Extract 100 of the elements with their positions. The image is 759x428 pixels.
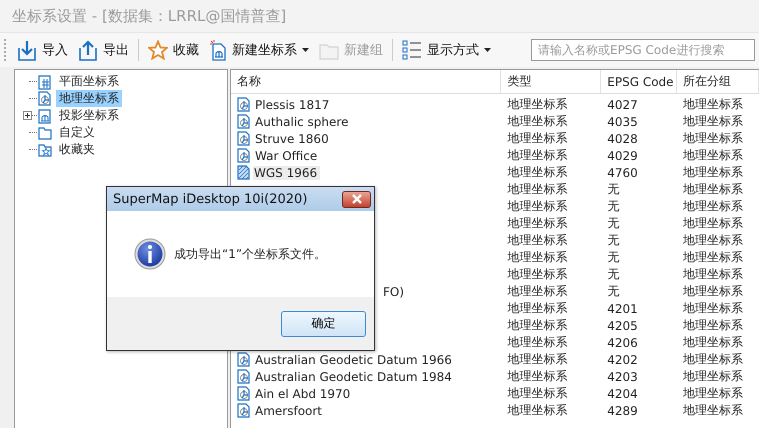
toolbar-button[interactable]: 导入 bbox=[14, 38, 71, 62]
dialog-title: SuperMap iDesktop 10i(2020) bbox=[113, 192, 308, 206]
toolbar-button[interactable]: 新建坐标系 bbox=[206, 38, 312, 62]
search-field[interactable]: 请输入名称或EPSG Code进行搜索 bbox=[531, 39, 755, 61]
table-cell-text: 地理坐标系 bbox=[506, 215, 568, 232]
table-cell-text: 地理坐标系 bbox=[682, 317, 744, 334]
table-cell-text: 地理坐标系 bbox=[506, 283, 568, 300]
table-cell-text: 地理坐标系 bbox=[506, 96, 568, 113]
table-cell-text: Australian Geodetic Datum 1984 bbox=[254, 370, 453, 384]
table-cell-text: 地理坐标系 bbox=[506, 334, 568, 351]
table-cell-text: 地理坐标系 bbox=[682, 351, 744, 368]
tree-item[interactable]: 投影坐标系 bbox=[56, 107, 122, 124]
table-cell-text: 地理坐标系 bbox=[682, 385, 744, 402]
table-cell-text: 地理坐标系 bbox=[506, 164, 568, 181]
table-cell-text: 地理坐标系 bbox=[682, 130, 744, 147]
toolbar-button[interactable]: 收藏 bbox=[145, 38, 202, 62]
table-cell-text: 地理坐标系 bbox=[682, 334, 744, 351]
table-cell-text: 无 bbox=[606, 215, 620, 232]
table-cell-text: 无 bbox=[606, 181, 620, 198]
table-cell-text: 地理坐标系 bbox=[682, 300, 744, 317]
table-cell-text: 4205 bbox=[606, 318, 639, 334]
toolbar-grip[interactable] bbox=[4, 39, 8, 61]
table-cell-text: 地理坐标系 bbox=[682, 96, 744, 113]
table-cell-text: Australian Geodetic Datum 1966 bbox=[254, 352, 453, 366]
new-document-icon bbox=[209, 40, 227, 60]
column-header[interactable]: 所在分组 bbox=[677, 70, 759, 93]
table-cell-text: 无 bbox=[606, 232, 620, 249]
upload-icon bbox=[78, 40, 98, 60]
table-cell-text: 地理坐标系 bbox=[682, 215, 744, 232]
ok-button[interactable]: 确定 bbox=[281, 310, 366, 336]
table-cell-text: 地理坐标系 bbox=[506, 249, 568, 266]
globe-document-icon bbox=[38, 90, 52, 107]
table-cell-text: 地理坐标系 bbox=[682, 232, 744, 249]
table-cell-text: 地理坐标系 bbox=[682, 198, 744, 215]
table-cell-text: 4028 bbox=[606, 130, 639, 147]
tree-item[interactable]: 地理坐标系 bbox=[56, 90, 122, 107]
table-cell-text: 地理坐标系 bbox=[506, 147, 568, 164]
toolbar-button[interactable]: 导出 bbox=[75, 38, 132, 62]
table-cell-text: 地理坐标系 bbox=[682, 402, 744, 419]
toolbar-button[interactable]: 显示方式 bbox=[399, 37, 494, 63]
table-cell-text: 无 bbox=[606, 249, 620, 266]
close-button[interactable] bbox=[342, 190, 371, 208]
caret-icon bbox=[484, 48, 491, 52]
table-cell-text: 地理坐标系 bbox=[506, 113, 568, 130]
table-cell-text: FO) bbox=[382, 284, 406, 298]
table-cell-text: 地理坐标系 bbox=[506, 130, 568, 147]
table-cell-text: 地理坐标系 bbox=[506, 385, 568, 402]
map-document-icon bbox=[38, 107, 52, 124]
table-cell-text: 4203 bbox=[606, 368, 639, 385]
table-cell-text: 地理坐标系 bbox=[682, 113, 744, 130]
table-cell-text: 4202 bbox=[606, 352, 639, 368]
table-cell-text: 地理坐标系 bbox=[682, 181, 744, 198]
caret-icon bbox=[302, 48, 309, 52]
table-cell-text: 无 bbox=[606, 198, 620, 215]
table-cell-text: 地理坐标系 bbox=[682, 266, 744, 283]
table-cell-text: Struve 1860 bbox=[254, 132, 330, 146]
grid-document-icon bbox=[38, 73, 52, 90]
table-cell-text: 4760 bbox=[606, 164, 639, 181]
table-cell-text: 4289 bbox=[606, 402, 639, 419]
table-cell-text: 地理坐标系 bbox=[682, 249, 744, 266]
table-cell: WGS 1966 bbox=[253, 166, 320, 180]
table-cell-text: Authalic sphere bbox=[254, 114, 350, 128]
column-header[interactable]: 名称 bbox=[231, 70, 502, 93]
table-cell-text: 地理坐标系 bbox=[506, 402, 568, 419]
table-cell-text: 地理坐标系 bbox=[506, 232, 568, 249]
star-icon bbox=[148, 40, 168, 60]
list-icon bbox=[402, 39, 422, 61]
table-cell-text: 地理坐标系 bbox=[506, 198, 568, 215]
table-cell-text: 地理坐标系 bbox=[506, 300, 568, 317]
table-cell-text: 4029 bbox=[606, 148, 639, 164]
table-cell-text: Amersfoort bbox=[254, 404, 324, 418]
table-cell-text: 地理坐标系 bbox=[506, 351, 568, 368]
table-cell-text: 地理坐标系 bbox=[506, 368, 568, 385]
table-cell-text: 4027 bbox=[606, 96, 639, 113]
info-icon bbox=[134, 238, 166, 270]
table-cell-text: 地理坐标系 bbox=[506, 317, 568, 334]
table-cell-text: 4201 bbox=[606, 300, 639, 317]
dialog-message: 成功导出“1”个坐标系文件。 bbox=[174, 246, 326, 262]
table-cell-text: 地理坐标系 bbox=[506, 266, 568, 283]
table-cell-text: War Office bbox=[254, 148, 318, 162]
table-cell-text: 4035 bbox=[606, 114, 639, 130]
tree-item[interactable]: 自定义 bbox=[56, 124, 98, 141]
tree-item[interactable]: 平面坐标系 bbox=[56, 73, 122, 90]
table-cell-text: 地理坐标系 bbox=[682, 283, 744, 300]
window-title: 坐标系设置 - [数据集：LRRL@国情普查] bbox=[12, 6, 286, 26]
table-cell-text: Plessis 1817 bbox=[254, 98, 330, 112]
table-cell-text: 4206 bbox=[606, 334, 639, 351]
table-cell-text: 4204 bbox=[606, 386, 639, 402]
table-cell-text: 无 bbox=[606, 283, 620, 300]
column-header[interactable]: EPSG Code bbox=[601, 70, 678, 93]
table-cell-text: 地理坐标系 bbox=[506, 181, 568, 198]
table-cell-text: 地理坐标系 bbox=[682, 164, 744, 181]
column-header[interactable]: 类型 bbox=[501, 70, 602, 93]
table-cell-text: Ain el Abd 1970 bbox=[254, 386, 352, 400]
tree-item[interactable]: 收藏夹 bbox=[56, 141, 98, 158]
download-icon bbox=[17, 40, 37, 60]
table-cell-text: 无 bbox=[606, 266, 620, 283]
close-icon bbox=[350, 194, 364, 204]
table-cell-text: 地理坐标系 bbox=[682, 147, 744, 164]
expand-icon[interactable] bbox=[23, 110, 32, 120]
